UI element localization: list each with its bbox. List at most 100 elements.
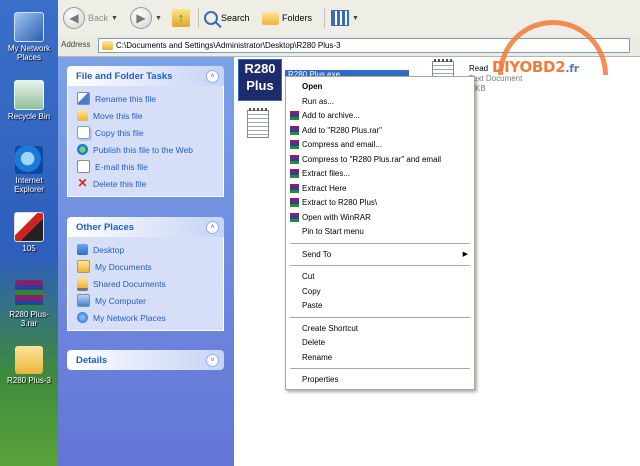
task-publish[interactable]: Publish this file to the Web [77,141,223,158]
menu-item-label: Cut [302,272,315,281]
menu-item-properties[interactable]: Properties [288,373,472,386]
menu-item-label: Add to "R280 Plus.rar" [302,125,382,135]
menu-item-extract-to-r280-plus[interactable]: Extract to R280 Plus\ [288,196,472,209]
menu-item-label: Compress and email... [302,140,383,149]
network-places-icon [77,312,88,323]
menu-item-rename[interactable]: Rename [288,351,472,364]
place-my-computer[interactable]: My Computer [77,292,223,309]
task-label: Move this file [93,110,143,121]
collapse-icon[interactable]: ˄ [206,69,219,83]
menu-separator [290,316,470,318]
menu-item-open-with-winrar[interactable]: Open with WinRAR [288,211,472,224]
desktop-icon-label: Recycle Bin [7,112,51,121]
menu-item-label: Copy [302,286,321,296]
menu-separator [290,242,470,244]
delete-icon: ✕ [77,176,88,190]
menu-item-extract-here[interactable]: Extract Here [288,182,472,195]
expand-icon[interactable]: ˅ [206,353,219,367]
menu-item-add-to-r280-plus-rar[interactable]: Add to "R280 Plus.rar" [288,124,472,137]
forward-arrow-icon: ▶ [130,7,152,29]
task-copy[interactable]: Copy this file [77,124,223,141]
panel-title: File and Folder Tasks [76,70,173,82]
menu-item-label: Extract Here [302,183,347,193]
menu-item-open[interactable]: Open [288,80,472,93]
chevron-down-icon: ▼ [155,14,162,22]
task-rename[interactable]: Rename this file [77,90,223,107]
menu-item-paste[interactable]: Paste [288,299,472,312]
forward-button[interactable]: ▶ ▼ [130,7,162,29]
menu-item-label: Extract to R280 Plus\ [302,198,378,207]
views-button[interactable]: ▼ [331,7,359,29]
recycle-bin-icon [14,80,44,110]
internet-explorer-icon [15,146,43,174]
task-email[interactable]: E-mail this file [77,158,223,175]
place-label: My Documents [95,261,152,272]
place-my-documents[interactable]: My Documents [77,258,223,275]
menu-item-label: Create Shortcut [302,323,359,333]
address-path: C:\Documents and Settings\Administrator\… [116,41,341,50]
watermark-text: DIYOBD2.fr [492,58,579,76]
submenu-arrow-icon: ▶ [462,251,468,258]
search-icon [204,11,218,25]
menu-item-extract-files[interactable]: Extract files... [288,167,472,180]
menu-item-label: Paste [302,301,323,310]
folders-button[interactable]: Folders [262,7,312,29]
desktop-icon-r280-rar[interactable]: R280 Plus-3.rar [2,280,56,328]
search-button[interactable]: Search [204,7,250,29]
menu-item-label: Properties [302,375,339,384]
menu-item-copy[interactable]: Copy [288,285,472,298]
panel-header[interactable]: Details ˅ [67,350,224,370]
desktop-icon-label: R280 Plus-3.rar [9,310,49,328]
task-move[interactable]: Move this file [77,107,223,124]
place-label: My Network Places [93,312,166,323]
folder-icon [15,346,43,374]
application-icon [14,212,44,242]
panel-header[interactable]: File and Folder Tasks ˄ [67,66,224,86]
back-button[interactable]: ◀ Back ▼ [63,7,118,29]
desktop-icon-105[interactable]: 105 [2,212,56,253]
desktop-icon-label: Internet Explorer [14,176,44,194]
winrar-archive-icon [15,280,43,308]
toolbar-divider [198,8,199,28]
panel-body: Desktop My Documents Shared Documents My… [67,237,224,331]
menu-item-compress-and-email[interactable]: Compress and email... [288,138,472,151]
menu-item-pin-to-start-menu[interactable]: Pin to Start menu [288,225,472,238]
chevron-down-icon: ▼ [352,14,359,22]
menu-item-run-as[interactable]: Run as... [288,95,472,108]
menu-item-add-to-archive[interactable]: Add to archive... [288,109,472,122]
desktop-icon-label: R280 Plus-3 [6,376,52,385]
desktop-icon-recycle-bin[interactable]: Recycle Bin [2,80,56,121]
up-folder-button[interactable]: ↑ [172,7,190,29]
menu-item-create-shortcut[interactable]: Create Shortcut [288,322,472,335]
search-label: Search [221,13,250,23]
place-desktop[interactable]: Desktop [77,241,223,258]
place-network-places[interactable]: My Network Places [77,309,223,326]
r280-app-icon: R280 Plus [238,59,282,101]
menu-item-label: Delete [302,338,326,347]
panel-header[interactable]: Other Places ˄ [67,217,224,237]
task-delete[interactable]: ✕ Delete this file [77,175,223,192]
logo-line2: Plus [246,78,274,93]
winrar-icon [290,198,299,207]
task-label: Rename this file [95,93,156,104]
menu-item-label: Extract files... [302,169,351,178]
collapse-icon[interactable]: ˄ [206,220,219,234]
folders-icon [262,11,279,25]
desktop-icon-network-places[interactable]: My Network Places [2,12,56,62]
toolbar-divider [324,8,325,28]
place-label: My Computer [95,295,147,306]
menu-item-delete[interactable]: Delete [288,336,472,349]
email-icon [77,160,90,173]
place-shared-documents[interactable]: Shared Documents [77,275,223,292]
text-file-icon[interactable] [247,108,269,138]
winrar-icon [290,111,299,120]
desktop-icon-internet-explorer[interactable]: Internet Explorer [2,146,56,194]
menu-item-cut[interactable]: Cut [288,270,472,283]
file-item-r280-exe[interactable]: R280 Plus [238,59,282,101]
menu-item-compress-to-r280-plus-rar-and-email[interactable]: Compress to "R280 Plus.rar" and email [288,153,472,166]
other-places-panel: Other Places ˄ Desktop My Documents Shar… [67,217,224,331]
my-computer-icon [77,294,90,307]
desktop-icon-r280-folder[interactable]: R280 Plus-3 [2,346,56,385]
menu-separator [290,368,470,369]
menu-item-send-to[interactable]: Send To ▶ [288,248,472,261]
